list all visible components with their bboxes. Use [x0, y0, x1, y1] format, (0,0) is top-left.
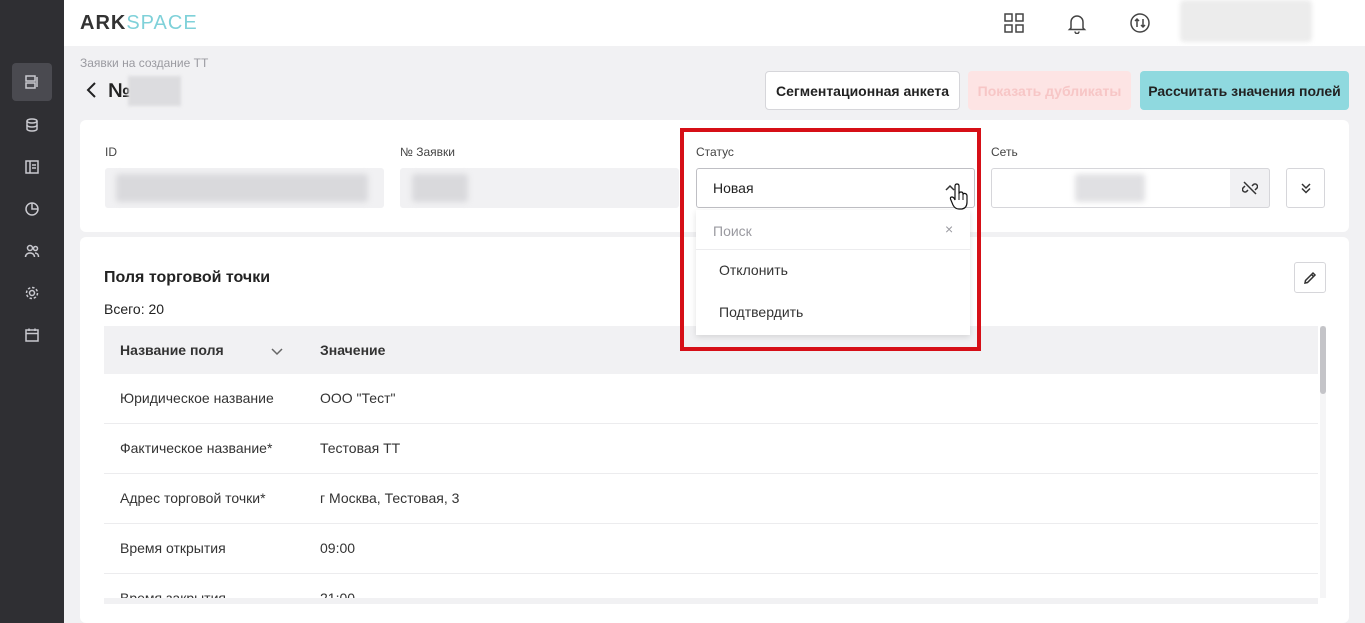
status-dropdown: Поиск × Отклонить Подтвердить	[696, 210, 970, 335]
chart-icon	[25, 202, 39, 216]
unlink-icon	[1241, 181, 1258, 195]
users-icon	[24, 244, 40, 258]
table-body: Юридическое название ООО "Тест" Фактичес…	[104, 374, 1318, 598]
chevron-down-icon[interactable]	[270, 344, 284, 358]
field-value-cell: ООО "Тест"	[320, 390, 396, 406]
calendar-icon	[25, 328, 39, 342]
user-profile[interactable]	[1180, 0, 1312, 42]
sidebar-item-calendar[interactable]	[12, 316, 52, 354]
database-icon	[26, 118, 38, 132]
dropdown-search[interactable]: Поиск ×	[696, 210, 970, 250]
apps-grid-button[interactable]	[1002, 11, 1026, 35]
network-label: Сеть	[991, 145, 1018, 159]
field-value-cell: г Москва, Тестовая, 3	[320, 490, 460, 506]
sidebar	[0, 0, 64, 623]
top-header: ARKSPACE	[64, 0, 1365, 46]
sidebar-item-layout[interactable]	[12, 148, 52, 186]
unlink-network-button[interactable]	[1230, 168, 1270, 208]
field-name-cell: Адрес торговой точки*	[120, 490, 266, 506]
table-row[interactable]: Время открытия 09:00	[104, 524, 1318, 574]
logo[interactable]: ARKSPACE	[80, 12, 198, 35]
back-button[interactable]	[84, 80, 102, 100]
bell-icon	[1067, 15, 1087, 34]
apps-grid-icon	[1004, 13, 1024, 33]
sidebar-item-users[interactable]	[12, 232, 52, 270]
horizontal-scrollbar[interactable]	[104, 598, 1318, 604]
redacted-request-no	[412, 174, 468, 202]
status-value: Новая	[713, 180, 754, 196]
hand-cursor-icon	[949, 182, 969, 212]
id-label: ID	[105, 145, 117, 159]
page-title: №	[108, 80, 131, 102]
layout-icon	[25, 160, 39, 174]
field-name-cell: Юридическое название	[120, 390, 274, 406]
notifications-button[interactable]	[1065, 11, 1089, 35]
sidebar-item-database[interactable]	[12, 106, 52, 144]
request-number-label: № Заявки	[400, 145, 455, 159]
table-row[interactable]: Время закрытия 21:00	[104, 574, 1318, 598]
clear-search-icon[interactable]: ×	[945, 221, 953, 237]
calculate-fields-button[interactable]: Рассчитать значения полей	[1140, 71, 1349, 110]
expand-button[interactable]	[1286, 168, 1325, 208]
sidebar-item-requests[interactable]	[12, 63, 52, 101]
table-row[interactable]: Фактическое название* Тестовая ТТ	[104, 424, 1318, 474]
status-option-confirm[interactable]: Подтвердить	[719, 304, 803, 320]
section-title: Поля торговой точки	[104, 269, 271, 286]
field-name-cell: Время открытия	[120, 540, 226, 556]
edit-button[interactable]	[1294, 262, 1326, 293]
field-value-cell: 09:00	[320, 540, 356, 556]
vertical-scrollbar-thumb[interactable]	[1320, 326, 1326, 394]
redacted-id	[116, 174, 368, 202]
double-chevron-down-icon	[1300, 183, 1311, 194]
field-name-cell: Фактическое название*	[120, 440, 273, 456]
field-name-cell: Время закрытия	[120, 590, 226, 598]
segmentation-form-button[interactable]: Сегментационная анкета	[765, 71, 960, 110]
logo-part-1: ARK	[80, 12, 127, 34]
show-duplicates-button[interactable]: Показать дубликаты	[968, 71, 1131, 110]
status-select[interactable]: Новая	[696, 168, 975, 208]
logo-part-2: SPACE	[126, 12, 198, 34]
pencil-icon	[1304, 271, 1317, 284]
dropdown-search-placeholder: Поиск	[713, 223, 752, 239]
field-value-cell: 21:00	[320, 590, 356, 598]
field-value-cell: Тестовая ТТ	[320, 440, 401, 456]
status-option-reject[interactable]: Отклонить	[719, 262, 788, 278]
column-value[interactable]: Значение	[320, 342, 385, 358]
redacted-network	[1075, 174, 1145, 202]
column-field-name[interactable]: Название поля	[120, 342, 224, 358]
status-label: Статус	[696, 145, 734, 159]
sync-button[interactable]	[1128, 11, 1152, 35]
sync-icon	[1130, 13, 1150, 33]
sidebar-item-reports[interactable]	[12, 190, 52, 228]
chevron-left-icon	[86, 82, 96, 98]
table-row[interactable]: Юридическое название ООО "Тест"	[104, 374, 1318, 424]
breadcrumb[interactable]: Заявки на создание ТТ	[80, 56, 208, 70]
settings-icon	[25, 286, 39, 300]
requests-icon	[25, 75, 38, 89]
sidebar-item-settings[interactable]	[12, 274, 52, 312]
total-count: Всего: 20	[104, 301, 165, 317]
table-row[interactable]: Адрес торговой точки* г Москва, Тестовая…	[104, 474, 1318, 524]
redacted-request-number	[128, 76, 181, 106]
